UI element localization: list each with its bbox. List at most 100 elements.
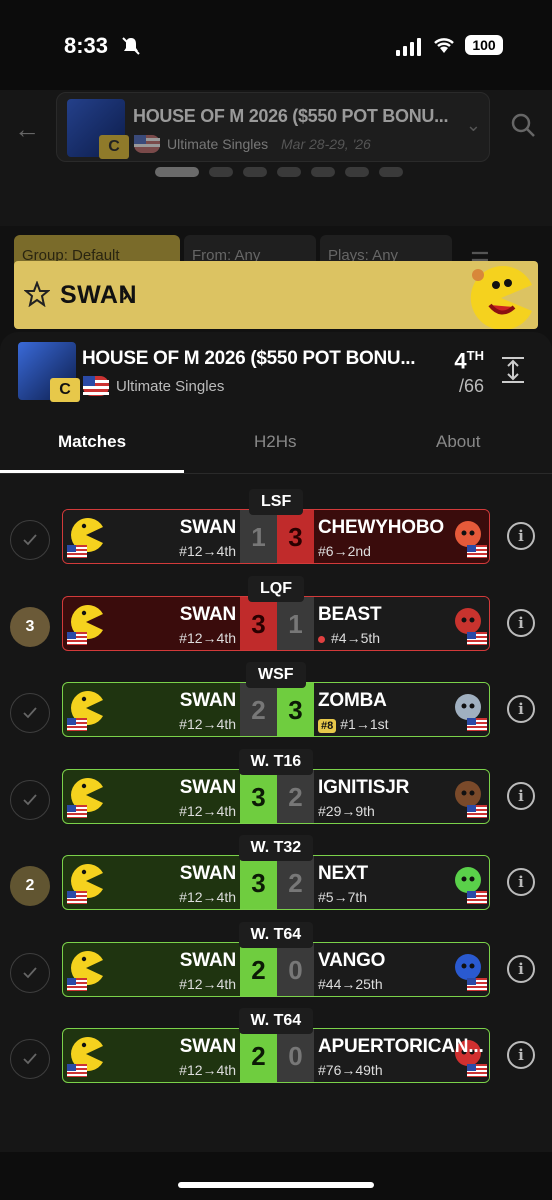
home-indicator[interactable] bbox=[178, 1182, 374, 1188]
seed-text: #6→2nd bbox=[318, 543, 371, 559]
opponent-name: APUERTORICAN... bbox=[318, 1036, 484, 1057]
player-name: SWAN bbox=[179, 777, 236, 798]
seed-placement: #12→4th bbox=[179, 630, 236, 646]
match-row[interactable]: SWAN #12→4th 3 2 IGNITISJR #29→9th W. T16 i bbox=[0, 749, 552, 829]
us-flag-icon bbox=[83, 376, 109, 396]
right-score: 0 bbox=[277, 1029, 314, 1082]
seed-placement: #76→49th bbox=[318, 1062, 383, 1078]
seed-text: #4→5th bbox=[331, 630, 381, 646]
battery-indicator: 100 bbox=[465, 35, 503, 55]
star-icon[interactable] bbox=[24, 281, 50, 307]
us-flag-icon bbox=[467, 891, 487, 904]
seed-placement: #5→7th bbox=[318, 889, 367, 905]
page-dots bbox=[155, 167, 403, 177]
match-card[interactable]: SWAN #12→4th 2 0 VANGO #44→25th bbox=[62, 942, 490, 997]
check-icon bbox=[10, 520, 50, 560]
right-player: APUERTORICAN... #76→49th bbox=[314, 1029, 489, 1082]
info-icon[interactable]: i bbox=[507, 1041, 535, 1069]
tab-matches[interactable]: Matches bbox=[58, 432, 126, 452]
opponent-name: IGNITISJR bbox=[318, 777, 410, 798]
seed-placement: #12→4th bbox=[179, 976, 236, 992]
info-icon[interactable]: i bbox=[507, 522, 535, 550]
right-player: CHEWYHOBO #6→2nd bbox=[314, 510, 489, 563]
opponent-name: VANGO bbox=[318, 950, 386, 971]
seed-text: #29→9th bbox=[318, 803, 375, 819]
seed-text: #1→1st bbox=[340, 716, 389, 732]
us-flag-icon bbox=[467, 545, 487, 558]
match-row[interactable]: SWAN #12→4th 1 3 CHEWYHOBO #6→2nd LSF i bbox=[0, 489, 552, 569]
opponent-name: ZOMBA bbox=[318, 690, 387, 711]
us-flag-icon bbox=[67, 632, 87, 645]
game-label: Ultimate Singles bbox=[167, 136, 269, 152]
us-flag-icon bbox=[467, 978, 487, 991]
seed-placement: #29→9th bbox=[318, 803, 375, 819]
left-score: 2 bbox=[240, 683, 277, 736]
placement: 4TH /66 bbox=[454, 348, 484, 397]
right-score: 1 bbox=[277, 597, 314, 650]
us-flag-icon bbox=[67, 545, 87, 558]
check-icon bbox=[10, 693, 50, 733]
match-row[interactable]: 3 SWAN #12→4th 3 1 BEAST #4→5th LQF i bbox=[0, 576, 552, 656]
us-flag-icon bbox=[67, 978, 87, 991]
left-player: SWAN #12→4th bbox=[63, 856, 240, 909]
seed-text: #44→25th bbox=[318, 976, 383, 992]
chevron-right-icon: › bbox=[122, 281, 130, 306]
seed-placement: #8 #1→1st bbox=[318, 716, 389, 733]
search-icon[interactable] bbox=[510, 112, 536, 138]
bottom-bar bbox=[0, 1152, 552, 1200]
game-count-badge: 3 bbox=[10, 607, 50, 647]
check-icon bbox=[10, 1039, 50, 1079]
info-icon[interactable]: i bbox=[507, 695, 535, 723]
left-score: 3 bbox=[240, 770, 277, 823]
us-flag-icon bbox=[67, 891, 87, 904]
status-time: 8:33 bbox=[64, 33, 109, 58]
tab-h2hs[interactable]: H2Hs bbox=[254, 432, 297, 452]
seed-placement: #4→5th bbox=[318, 630, 380, 646]
match-row[interactable]: SWAN #12→4th 2 0 VANGO #44→25th W. T64 i bbox=[0, 922, 552, 1002]
tournament-name: HOUSE OF M 2026 ($550 POT BONU... bbox=[82, 348, 416, 369]
match-row[interactable]: 2 SWAN #12→4th 3 2 NEXT #5→7th W. T32 i bbox=[0, 835, 552, 915]
wifi-icon bbox=[434, 38, 454, 53]
match-card[interactable]: SWAN #12→4th 2 0 APUERTORICAN... #76→49th bbox=[62, 1028, 490, 1083]
us-flag-icon bbox=[467, 718, 487, 731]
expand-icon[interactable] bbox=[500, 356, 526, 384]
player-banner[interactable]: SWAN › bbox=[14, 261, 538, 329]
seed-text: #5→7th bbox=[318, 889, 368, 905]
match-card[interactable]: SWAN #12→4th 3 2 IGNITISJR #29→9th bbox=[62, 769, 490, 824]
round-label: W. T32 bbox=[238, 835, 314, 861]
signal-icon bbox=[396, 38, 421, 56]
info-icon[interactable]: i bbox=[507, 955, 535, 983]
check-icon bbox=[10, 780, 50, 820]
seed-placement: #12→4th bbox=[179, 889, 236, 905]
match-row[interactable]: SWAN #12→4th 2 0 APUERTORICAN... #76→49th W. T… bbox=[0, 1008, 552, 1088]
round-label: LQF bbox=[248, 576, 304, 602]
status-bar: 8:33 100 bbox=[0, 0, 552, 90]
player-name: SWAN bbox=[179, 950, 236, 971]
match-row[interactable]: SWAN #12→4th 2 3 ZOMBA #8 #1→1st WSF i bbox=[0, 662, 552, 742]
player-name: SWAN bbox=[179, 1036, 236, 1057]
us-flag-icon bbox=[67, 1064, 87, 1077]
left-player: SWAN #12→4th bbox=[63, 943, 240, 996]
left-score: 1 bbox=[240, 510, 277, 563]
seed-placement: #12→4th bbox=[179, 803, 236, 819]
match-card[interactable]: SWAN #12→4th 1 3 CHEWYHOBO #6→2nd bbox=[62, 509, 490, 564]
left-player: SWAN #12→4th bbox=[63, 1029, 240, 1082]
right-player: IGNITISJR #29→9th bbox=[314, 770, 489, 823]
info-icon[interactable]: i bbox=[507, 782, 535, 810]
info-icon[interactable]: i bbox=[507, 609, 535, 637]
info-icon[interactable]: i bbox=[507, 868, 535, 896]
status-dot bbox=[318, 635, 325, 643]
match-card[interactable]: SWAN #12→4th 2 3 ZOMBA #8 #1→1st bbox=[62, 682, 490, 737]
seed-placement: #6→2nd bbox=[318, 543, 371, 559]
us-flag-icon bbox=[67, 805, 87, 818]
left-score: 2 bbox=[240, 943, 277, 996]
arrow-left-icon[interactable]: ← bbox=[14, 114, 40, 145]
tab-about[interactable]: About bbox=[436, 432, 480, 452]
tournament-name: HOUSE OF M 2026 ($550 POT BONU... bbox=[133, 106, 449, 126]
match-card[interactable]: SWAN #12→4th 3 1 BEAST #4→5th bbox=[62, 596, 490, 651]
match-card[interactable]: SWAN #12→4th 3 2 NEXT #5→7th bbox=[62, 855, 490, 910]
tournament-switcher[interactable]: C HOUSE OF M 2026 ($550 POT BONU... Ulti… bbox=[56, 92, 490, 162]
us-flag-icon bbox=[467, 1064, 487, 1077]
seed-badge: #8 bbox=[318, 719, 337, 733]
us-flag-icon bbox=[67, 718, 87, 731]
